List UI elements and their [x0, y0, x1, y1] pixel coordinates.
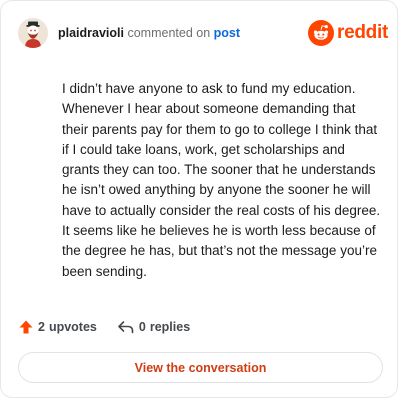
reply-text: replies [149, 320, 191, 334]
comment-body: I didn’t have anyone to ask to fund my e… [62, 81, 381, 279]
upvote-arrow-icon [19, 320, 33, 334]
user-avatar[interactable] [18, 18, 48, 48]
reddit-logo[interactable]: reddit [308, 18, 388, 48]
comment-meta: plaidravioli commented on post [58, 26, 240, 40]
upvote-text: upvotes [48, 320, 97, 334]
comment-footer: 2 upvotes 0 replies [18, 317, 190, 337]
comment-card: plaidravioli commented on post reddit I … [0, 0, 398, 398]
reply-arrow-icon [118, 321, 134, 334]
reply-button[interactable]: 0 replies [117, 319, 190, 335]
avatar-illustration-icon [18, 18, 48, 48]
comment-header: plaidravioli commented on post reddit [18, 18, 388, 48]
reddit-wordmark: reddit [337, 22, 388, 43]
upvote-button[interactable]: 2 upvotes [18, 319, 97, 335]
upvote-label: 2 upvotes [38, 320, 97, 334]
upvote-count: 2 [38, 320, 45, 334]
reply-label: 0 replies [139, 320, 190, 334]
reddit-snoo-icon [308, 20, 335, 46]
action-text: commented on [127, 26, 211, 40]
post-link[interactable]: post [214, 26, 240, 40]
reply-count: 0 [138, 320, 146, 334]
view-conversation-button[interactable]: View the conversation [18, 352, 383, 383]
username-link[interactable]: plaidravioli [58, 26, 124, 40]
